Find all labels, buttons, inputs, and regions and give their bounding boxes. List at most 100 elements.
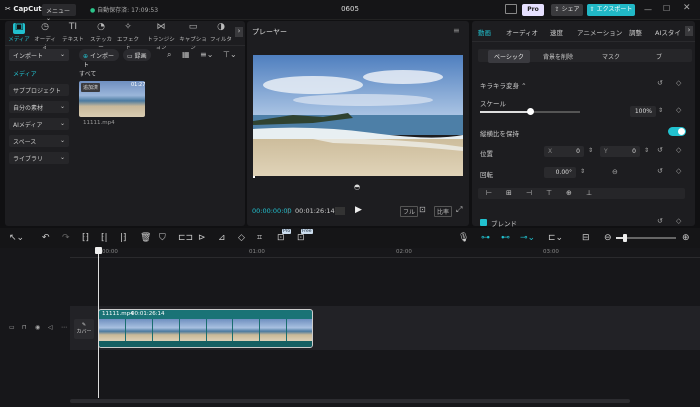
reverse-icon[interactable]: ⊳ [198, 233, 206, 243]
layout-icon[interactable] [505, 4, 517, 14]
auto-reframe-icon[interactable]: ⊡ [277, 233, 285, 243]
subtab-mask[interactable]: マスク [602, 52, 620, 61]
aspect-ratio-toggle[interactable] [668, 127, 686, 136]
search-icon[interactable]: ⌕ [167, 50, 171, 60]
grid-view-icon[interactable]: ▦ [182, 50, 190, 59]
scale-value-input[interactable]: 100% [630, 106, 656, 117]
ratio-button[interactable]: 比率 [434, 206, 453, 217]
auto-snap-icon[interactable]: ⊷ [501, 233, 510, 243]
playhead[interactable] [98, 248, 99, 398]
import-dropdown[interactable]: インポート ⌄ [9, 49, 69, 61]
timeline[interactable]: 00:00 01:00 02:00 03:00 ▭ ⊓ ◉ ◁ ⋯ ✎ カバー 1… [0, 247, 700, 407]
hamburger-menu-icon[interactable]: ≡ [453, 26, 460, 35]
lock-icon[interactable]: ⊓ [22, 324, 27, 331]
minimize-icon[interactable]: — [644, 5, 652, 14]
blend-keyframe-icon[interactable]: ◇ [676, 217, 681, 225]
tab-caption[interactable]: ▭ キャプション [179, 23, 207, 52]
tab-sticker[interactable]: ◔ ステッカー [89, 23, 113, 52]
cover-button[interactable]: ✎ カバー [74, 319, 94, 339]
horizontal-scrollbar[interactable] [70, 399, 630, 403]
crop-icon[interactable]: ⌗ [257, 233, 262, 243]
close-icon[interactable]: ✕ [683, 3, 691, 13]
sidebar-item-media[interactable]: メディア [9, 67, 69, 79]
sidebar-item-my-assets[interactable]: 自分の素材 ⌄ [9, 101, 69, 113]
ai-cut-icon[interactable]: ⊡ [297, 233, 305, 243]
main-track-magnet-icon[interactable]: ⊶ [481, 233, 490, 243]
tab-ai-style[interactable]: AIスタイ [655, 27, 681, 37]
sidebar-item-library[interactable]: ライブラリ ⌄ [9, 152, 69, 164]
align-center-h-icon[interactable]: ⊞ [506, 189, 512, 197]
maximize-icon[interactable]: ☐ [663, 4, 670, 13]
delete-icon[interactable]: 🗑︎ [140, 233, 151, 243]
more-icon[interactable]: ⋯ [61, 324, 67, 331]
keyframe-icon[interactable]: ◇ [676, 79, 681, 87]
position-x-input[interactable]: X0 [544, 146, 584, 157]
align-bottom-icon[interactable]: ⊥ [586, 189, 592, 197]
align-center-v-icon[interactable]: ⊕ [566, 189, 572, 197]
linkage-icon[interactable]: ⊸⌄ [520, 233, 535, 243]
rotate-icon[interactable]: ◇ [238, 233, 245, 243]
tab-effects[interactable]: ✧ エフェクト [116, 23, 140, 52]
export-button[interactable]: ⇧ エクスポート [587, 4, 635, 16]
chevron-right-icon[interactable]: › [235, 27, 243, 37]
rotate-input[interactable]: 0.00° [544, 167, 576, 178]
subtab-basic[interactable]: ベーシック [488, 50, 530, 63]
video-clip[interactable]: 11111.mp4 00:01:26:14 [98, 309, 313, 348]
position-keyframe-icon[interactable]: ◇ [676, 146, 681, 154]
sidebar-item-space[interactable]: スペース ⌄ [9, 135, 69, 147]
import-button[interactable]: ⊕ インポート [79, 49, 119, 69]
rotate-stepper-icon[interactable]: ⇕ [580, 168, 585, 175]
marker-icon[interactable]: ⛉ [159, 233, 166, 243]
chevron-right-icon[interactable]: › [685, 26, 693, 36]
split-left-icon[interactable]: ⁅| [101, 233, 108, 243]
zoom-out-icon[interactable]: ⊖ [604, 233, 612, 243]
reset-icon[interactable]: ↺ [657, 79, 663, 87]
undo-icon[interactable]: ↶ [42, 233, 50, 243]
time-ruler[interactable] [70, 248, 700, 258]
share-button[interactable]: ⇪ シェア [551, 4, 583, 16]
split-icon[interactable]: ⁅⁆ [82, 233, 89, 243]
subtab-remove-bg[interactable]: 背景を削除 [543, 52, 573, 61]
full-quality-button[interactable]: フル [400, 206, 419, 217]
play-button[interactable]: ▶ [355, 205, 362, 215]
filter-funnel-icon[interactable]: ⊤⌄ [223, 50, 237, 59]
video-preview[interactable] [253, 55, 463, 176]
fullscreen-icon[interactable]: ⤢ [456, 205, 462, 215]
tab-transition[interactable]: ⋈ トランジション [145, 23, 177, 52]
tab-video[interactable]: 動画 [478, 27, 491, 37]
tab-text[interactable]: TI テキスト [61, 23, 85, 44]
pro-button[interactable]: Pro [522, 4, 544, 16]
align-right-icon[interactable]: ⊣ [526, 189, 532, 197]
tab-animation[interactable]: アニメーション [577, 27, 622, 37]
subtab-blend[interactable]: ブ [656, 52, 662, 61]
rotate-keyframe-icon[interactable]: ◇ [676, 167, 681, 175]
redo-icon[interactable]: ↷ [62, 233, 70, 243]
tab-adjust[interactable]: 調整 [629, 27, 642, 37]
rotate-dial-icon[interactable]: ⊖ [612, 168, 618, 176]
mirror-icon[interactable]: ⊿ [218, 233, 226, 243]
blend-reset-icon[interactable]: ↺ [657, 217, 663, 225]
speaker-icon[interactable]: ◁ [48, 324, 53, 331]
sort-icon[interactable]: ≡⌄ [200, 50, 213, 59]
freeze-icon[interactable]: ⊏⊐ [178, 233, 193, 243]
menu-button[interactable]: メニュー ⌄ [42, 4, 76, 22]
scale-keyframe-icon[interactable]: ◇ [676, 106, 681, 114]
sidebar-item-ai-media[interactable]: AIメディア ⌄ [9, 118, 69, 130]
tab-audio-props[interactable]: オーディオ [506, 27, 538, 37]
focus-icon[interactable]: ⊡ [419, 205, 426, 214]
scale-slider-knob[interactable] [527, 108, 534, 115]
stepper-icon[interactable]: ⇕ [658, 107, 663, 114]
sidebar-item-subproject[interactable]: サブプロジェクト [9, 84, 69, 96]
split-right-icon[interactable]: |⁆ [120, 233, 127, 243]
preview-axis-icon[interactable]: ⊏⌄ [548, 233, 563, 243]
eye-icon[interactable]: ◉ [35, 324, 40, 331]
crop-corner[interactable] [253, 176, 255, 178]
y-stepper-icon[interactable]: ⇕ [644, 147, 649, 154]
zoom-in-icon[interactable]: ⊕ [682, 233, 690, 243]
rotate-reset-icon[interactable]: ↺ [657, 167, 663, 175]
tab-audio[interactable]: ◷ オーディオ [33, 23, 57, 52]
track-lock-icon[interactable]: ▭ [9, 324, 15, 331]
align-left-icon[interactable]: ⊢ [486, 189, 492, 197]
tab-filter[interactable]: ◑ フィルタ [209, 23, 233, 44]
record-button[interactable]: ▭ 録画 [123, 49, 151, 61]
